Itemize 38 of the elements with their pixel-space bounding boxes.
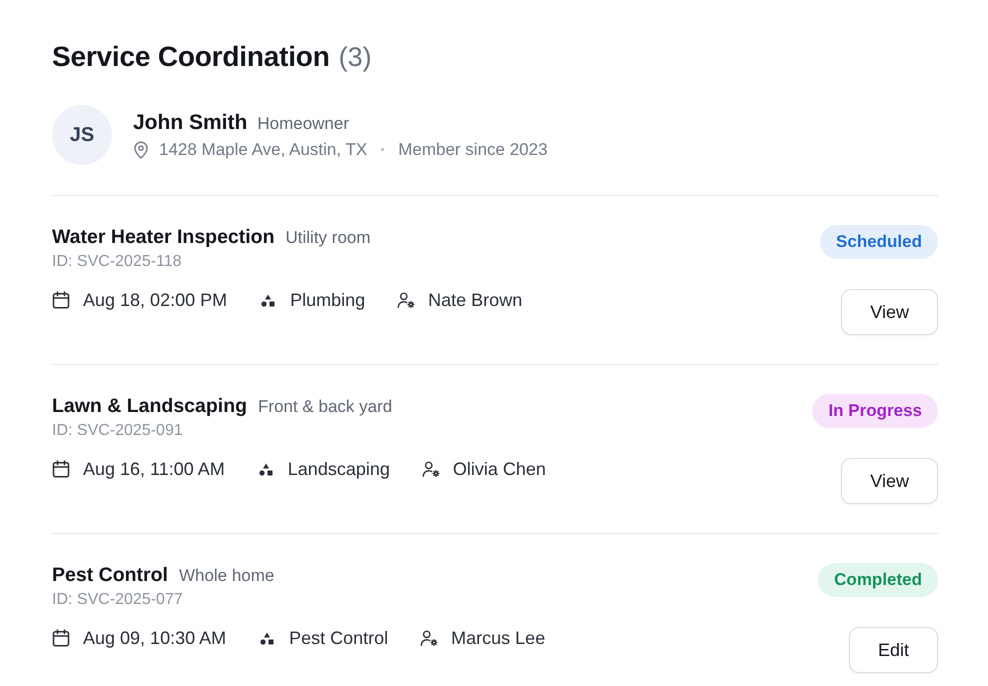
status-badge: Scheduled [820, 225, 938, 259]
status-badge: Completed [818, 563, 938, 597]
service-category: Plumbing [290, 289, 366, 312]
edit-button[interactable]: Edit [848, 627, 938, 673]
service-category: Landscaping [288, 458, 390, 481]
service-date: Aug 16, 11:00 AM [83, 458, 225, 481]
service-location: Front & back yard [258, 396, 392, 418]
service-title: Pest Control [52, 563, 168, 587]
calendar-icon [52, 460, 70, 478]
service-count: (3) [338, 41, 372, 74]
page-title: Service Coordination [52, 40, 330, 74]
view-button[interactable]: View [841, 458, 938, 504]
service-id: ID: SVC-2025-091 [52, 421, 183, 441]
calendar-icon [52, 291, 70, 309]
service-id: ID: SVC-2025-118 [52, 252, 182, 272]
avatar-initials: JS [52, 105, 112, 165]
service-id: ID: SVC-2025-077 [52, 590, 183, 610]
user-gear-icon [420, 629, 438, 647]
location-pin-icon [133, 140, 149, 158]
customer-name: John Smith [133, 110, 248, 136]
service-location: Utility room [286, 227, 371, 249]
view-button[interactable]: View [841, 289, 938, 335]
member-since: Member since 2023 [398, 138, 548, 160]
service-location: Whole home [178, 565, 274, 587]
user-gear-icon [422, 460, 440, 478]
customer-role: Homeowner [257, 112, 349, 134]
service-category: Pest Control [289, 627, 388, 650]
service-title: Lawn & Landscaping [52, 394, 248, 418]
technician-name: Nate Brown [428, 289, 522, 312]
service-date: Aug 18, 02:00 PM [83, 289, 228, 312]
user-gear-icon [397, 291, 416, 309]
status-badge: In Progress [812, 394, 938, 428]
technician-name: Marcus Lee [451, 627, 546, 650]
service-date: Aug 09, 10:30 AM [83, 627, 226, 650]
calendar-icon [52, 629, 70, 647]
technician-name: Olivia Chen [452, 458, 546, 481]
customer-address: 1428 Maple Ave, Austin, TX [159, 138, 368, 160]
service-title: Water Heater Inspection [52, 225, 274, 249]
